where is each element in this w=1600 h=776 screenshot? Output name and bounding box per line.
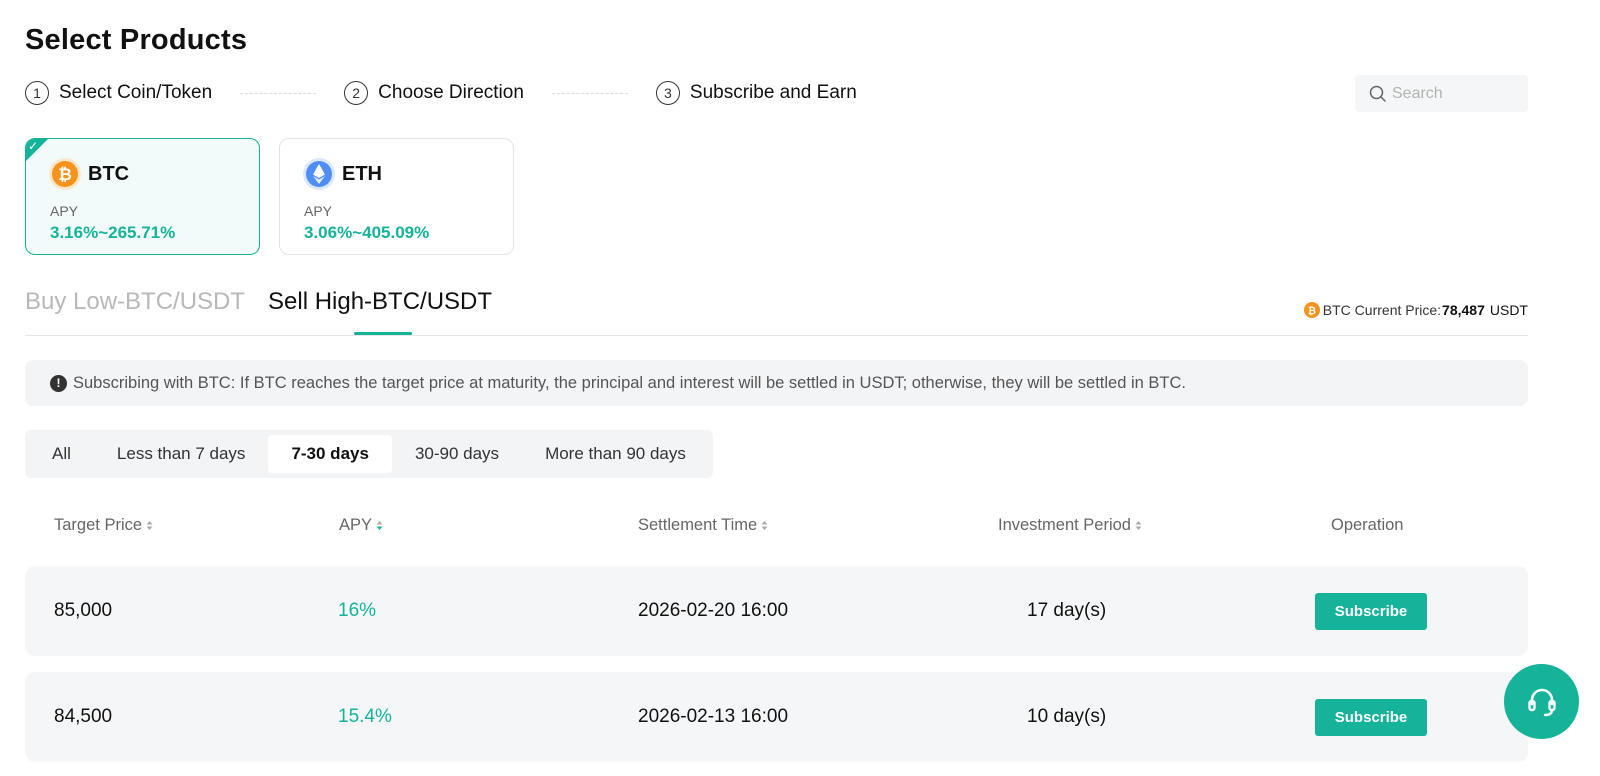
step-2: 2 Choose Direction <box>344 81 524 105</box>
support-button[interactable] <box>1504 664 1579 739</box>
table-row: 84,500 15.4% 2026-02-13 16:00 10 day(s) … <box>25 672 1528 762</box>
price-label: BTC Current Price: <box>1322 302 1442 318</box>
header-label: Operation <box>1331 516 1404 534</box>
header-label: APY <box>339 516 373 534</box>
headset-icon <box>1527 688 1556 716</box>
header-investment-period[interactable]: Investment Period <box>998 516 1142 535</box>
filter-7-30-days[interactable]: 7-30 days <box>268 435 392 473</box>
coin-apy-label: APY <box>50 203 79 219</box>
header-label: Investment Period <box>998 516 1131 534</box>
settlement-time-cell: 2026-02-13 16:00 <box>638 706 789 727</box>
filter-more-than-90-days[interactable]: More than 90 days <box>522 435 709 473</box>
search-input[interactable] <box>1392 84 1522 103</box>
step-indicator: 1 Select Coin/Token 2 Choose Direction 3… <box>25 80 857 106</box>
btc-icon: ₿ <box>49 158 81 190</box>
step-2-label: Choose Direction <box>378 82 524 103</box>
filter-less-than-7-days[interactable]: Less than 7 days <box>94 435 269 473</box>
coin-symbol: ETH <box>342 162 382 185</box>
eth-icon <box>303 158 335 190</box>
header-operation: Operation <box>1331 516 1403 535</box>
step-1: 1 Select Coin/Token <box>25 81 212 105</box>
svg-text:₿: ₿ <box>1308 305 1316 317</box>
price-value: 78,487 <box>1442 302 1485 318</box>
step-1-number: 1 <box>25 81 49 105</box>
sort-icon <box>1135 521 1142 530</box>
header-settlement-time[interactable]: Settlement Time <box>638 516 768 535</box>
step-3: 3 Subscribe and Earn <box>655 81 857 105</box>
search-box[interactable] <box>1355 75 1528 112</box>
exclamation-icon: ! <box>50 374 67 392</box>
filter-all[interactable]: All <box>29 435 94 473</box>
coin-symbol: BTC <box>88 162 130 185</box>
step-2-number: 2 <box>344 81 369 105</box>
target-price-cell: 84,500 <box>54 706 113 727</box>
coin-card-eth[interactable]: ETH APY 3.06%~405.09% <box>279 138 514 255</box>
coin-card-btc[interactable]: ✓ ₿ BTC APY 3.16%~265.71% <box>25 138 260 255</box>
apy-cell: 16% <box>338 600 377 621</box>
tab-sell-high[interactable]: Sell High-BTC/USDT <box>268 288 492 316</box>
target-price-cell: 85,000 <box>54 600 113 621</box>
coin-apy-value: 3.16%~265.71% <box>50 223 176 242</box>
svg-text:₿: ₿ <box>58 165 72 185</box>
subscribe-button[interactable]: Subscribe <box>1315 699 1427 736</box>
tab-divider <box>25 335 1528 336</box>
btc-icon: ₿ <box>1303 302 1320 318</box>
step-3-number: 3 <box>655 81 680 105</box>
period-filter-group: All Less than 7 days 7-30 days 30-90 day… <box>25 430 713 478</box>
notice-text: Subscribing with BTC: If BTC reaches the… <box>73 373 1187 392</box>
coin-apy-label: APY <box>304 203 333 219</box>
sort-icon <box>146 521 153 530</box>
subscribe-button[interactable]: Subscribe <box>1315 593 1427 630</box>
settlement-time-cell: 2026-02-20 16:00 <box>638 600 789 621</box>
btc-current-price: ₿ BTC Current Price: 78,487 USDT <box>1303 302 1528 318</box>
header-label: Settlement Time <box>638 516 758 534</box>
header-target-price[interactable]: Target Price <box>54 516 153 535</box>
check-icon: ✓ <box>28 139 39 153</box>
tab-buy-low[interactable]: Buy Low-BTC/USDT <box>25 288 245 316</box>
step-separator <box>551 92 628 94</box>
filter-30-90-days[interactable]: 30-90 days <box>392 435 522 473</box>
coin-apy-value: 3.06%~405.09% <box>304 223 430 242</box>
table-row: 85,000 16% 2026-02-20 16:00 17 day(s) Su… <box>25 566 1528 656</box>
settlement-notice: ! Subscribing with BTC: If BTC reaches t… <box>25 360 1528 406</box>
page-title: Select Products <box>25 24 248 56</box>
apy-cell: 15.4% <box>338 706 392 727</box>
investment-period-cell: 17 day(s) <box>1027 600 1107 621</box>
step-separator <box>240 92 317 94</box>
step-3-label: Subscribe and Earn <box>689 82 857 103</box>
sort-icon <box>761 521 768 530</box>
header-apy[interactable]: APY <box>339 516 383 535</box>
header-label: Target Price <box>54 516 143 534</box>
search-icon <box>1369 85 1386 102</box>
step-1-label: Select Coin/Token <box>59 82 213 103</box>
price-unit: USDT <box>1489 302 1528 318</box>
sort-icon <box>376 521 383 530</box>
investment-period-cell: 10 day(s) <box>1027 706 1107 727</box>
